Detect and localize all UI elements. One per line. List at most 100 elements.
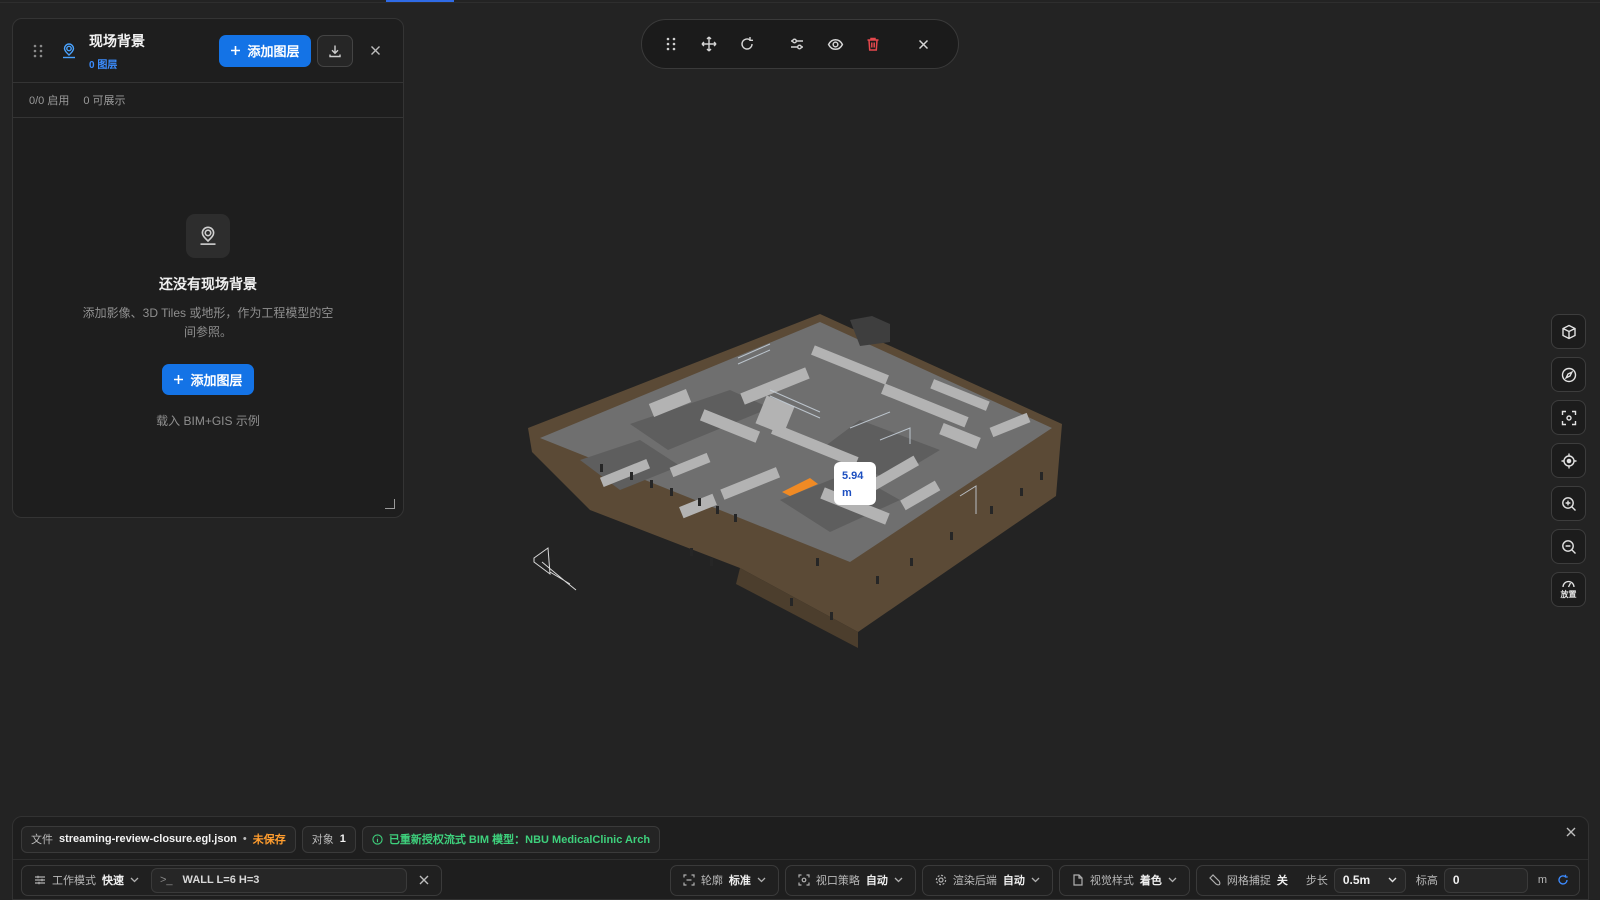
top-divider — [0, 2, 1600, 3]
rotate-icon — [739, 36, 755, 52]
panel-header: 现场背景 0 图层 添加图层 — [13, 19, 403, 83]
work-mode-label: 工作模式 — [52, 875, 96, 887]
close-panel-button[interactable] — [361, 37, 389, 65]
notice-text: 已重新授权流式 BIM 模型：NBU MedicalClinic Arch — [388, 834, 651, 846]
toolbar-drag-handle[interactable] — [652, 25, 690, 63]
file-name: streaming-review-closure.egl.json — [59, 833, 237, 845]
view-tools: 放置 — [1551, 314, 1586, 607]
add-layer-button[interactable]: 添加图层 — [219, 34, 311, 67]
drag-handle-icon[interactable] — [33, 44, 49, 58]
step-select[interactable]: 0.5m — [1333, 867, 1406, 893]
plus-icon — [173, 374, 184, 385]
outline-label: 轮廓 — [700, 875, 723, 887]
elevation-value: 0 — [1452, 873, 1460, 887]
load-demo-link[interactable]: 载入 BIM+GIS 示例 — [156, 412, 260, 429]
object-label: 对象 — [311, 834, 334, 846]
zoom-reset-button[interactable]: 放置 — [1551, 572, 1586, 607]
visual-style-select[interactable]: 视觉样式 着色 — [1058, 864, 1190, 896]
stats-visible: 0 可展示 — [83, 95, 126, 107]
work-mode-value: 快速 — [102, 875, 124, 887]
command-group: 工作模式 快速 >_ WALL L=6 H=3 — [21, 864, 442, 896]
empty-title: 还没有现场背景 — [159, 276, 257, 292]
properties-button[interactable] — [778, 25, 816, 63]
viewport-value: 自动 — [865, 875, 888, 887]
close-icon — [370, 45, 381, 56]
selection-toolbar — [641, 19, 959, 69]
bim-model-view[interactable] — [520, 300, 1100, 660]
add-layer-label: 添加图层 — [190, 373, 243, 388]
empty-description: 添加影像、3D Tiles 或地形，作为工程模型的空间参照。 — [82, 306, 334, 339]
chevron-down-icon — [757, 877, 766, 883]
sliders-icon — [789, 36, 805, 52]
chevron-down-icon — [1168, 877, 1177, 883]
notice-message: 已重新授权流式 BIM 模型：NBU MedicalClinic Arch — [361, 825, 661, 853]
control-row: 工作模式 快速 >_ WALL L=6 H=3 轮廓 标准 视口策略 自动 渲染… — [21, 864, 1580, 896]
chevron-down-icon — [130, 877, 139, 883]
status-panel: 文件 streaming-review-closure.egl.json • 未… — [12, 816, 1589, 900]
file-label: 文件 — [31, 834, 53, 846]
step-label: 步长 — [1305, 875, 1328, 887]
add-layer-button-empty[interactable]: 添加图层 — [162, 364, 254, 395]
close-icon — [419, 875, 429, 885]
close-toolbar-button[interactable] — [904, 25, 942, 63]
terminal-prompt-icon: >_ — [160, 874, 173, 886]
snap-value: 关 — [1276, 875, 1288, 887]
visibility-button[interactable] — [816, 25, 854, 63]
download-button[interactable] — [317, 34, 353, 67]
zoom-out-icon — [1561, 539, 1577, 555]
measurement-label: 5.94 m — [834, 462, 876, 505]
snap-label: 网格捕捉 — [1226, 875, 1271, 887]
grid-snap-toggle[interactable]: 网格捕捉 关 — [1201, 868, 1296, 893]
compass-icon — [1561, 367, 1577, 383]
reset-elevation-icon[interactable] — [1557, 874, 1575, 886]
step-value: 0.5m — [1342, 873, 1371, 887]
drag-handle-icon — [666, 37, 676, 51]
render-label: 渲染后端 — [952, 875, 997, 887]
elevation-label: 标高 — [1415, 875, 1438, 887]
zoom-out-button[interactable] — [1551, 529, 1586, 564]
focus-selection-button[interactable] — [1551, 400, 1586, 435]
compass-button[interactable] — [1551, 357, 1586, 392]
command-input[interactable]: >_ WALL L=6 H=3 — [151, 867, 407, 893]
gear-icon — [935, 874, 947, 886]
view-cube-button[interactable] — [1551, 314, 1586, 349]
clear-command-button[interactable] — [411, 868, 437, 893]
command-text: WALL L=6 H=3 — [182, 874, 260, 886]
site-background-panel: 现场背景 0 图层 添加图层 0/0 启用 0 可展示 还没有现场背景 添加影像… — [12, 18, 404, 518]
elevation-input[interactable]: 0 — [1443, 867, 1528, 893]
zoom-in-button[interactable] — [1551, 486, 1586, 521]
sliders-icon — [34, 874, 46, 886]
locate-button[interactable] — [1551, 443, 1586, 478]
outline-value: 标准 — [728, 875, 751, 887]
dismiss-status-button[interactable] — [1562, 823, 1580, 841]
layer-stats: 0/0 启用 0 可展示 — [13, 83, 403, 118]
move-icon — [701, 36, 717, 52]
move-button[interactable] — [690, 25, 728, 63]
viewport-icon — [798, 874, 810, 886]
snap-group: 网格捕捉 关 步长 0.5m 标高 0 m — [1195, 864, 1580, 896]
chevron-down-icon — [894, 877, 903, 883]
work-mode-select[interactable]: 工作模式 快速 — [26, 868, 147, 893]
rotate-button[interactable] — [728, 25, 766, 63]
viewport-strategy-select[interactable]: 视口策略 自动 — [784, 864, 916, 896]
render-backend-select[interactable]: 渲染后端 自动 — [921, 864, 1053, 896]
chevron-down-icon — [1388, 877, 1397, 883]
info-icon — [372, 833, 383, 845]
palette-icon — [1072, 874, 1084, 886]
outline-icon — [683, 874, 695, 886]
empty-state: 还没有现场背景 添加影像、3D Tiles 或地形，作为工程模型的空间参照。 添… — [13, 214, 403, 429]
outline-select[interactable]: 轮廓 标准 — [669, 864, 779, 896]
delete-button[interactable] — [854, 25, 892, 63]
resize-handle-icon[interactable] — [385, 499, 395, 509]
viewport-label: 视口策略 — [815, 875, 860, 887]
eye-icon — [827, 36, 844, 53]
gauge-icon — [1562, 579, 1575, 588]
map-pin-icon — [61, 42, 79, 59]
render-value: 自动 — [1002, 875, 1025, 887]
close-icon — [918, 39, 929, 50]
magnet-icon — [1208, 874, 1221, 886]
object-count: 对象 1 — [301, 825, 356, 853]
cube-icon — [1561, 324, 1577, 340]
measurement-value: 5.94 — [842, 470, 864, 482]
stats-enabled: 0/0 启用 — [29, 95, 70, 107]
